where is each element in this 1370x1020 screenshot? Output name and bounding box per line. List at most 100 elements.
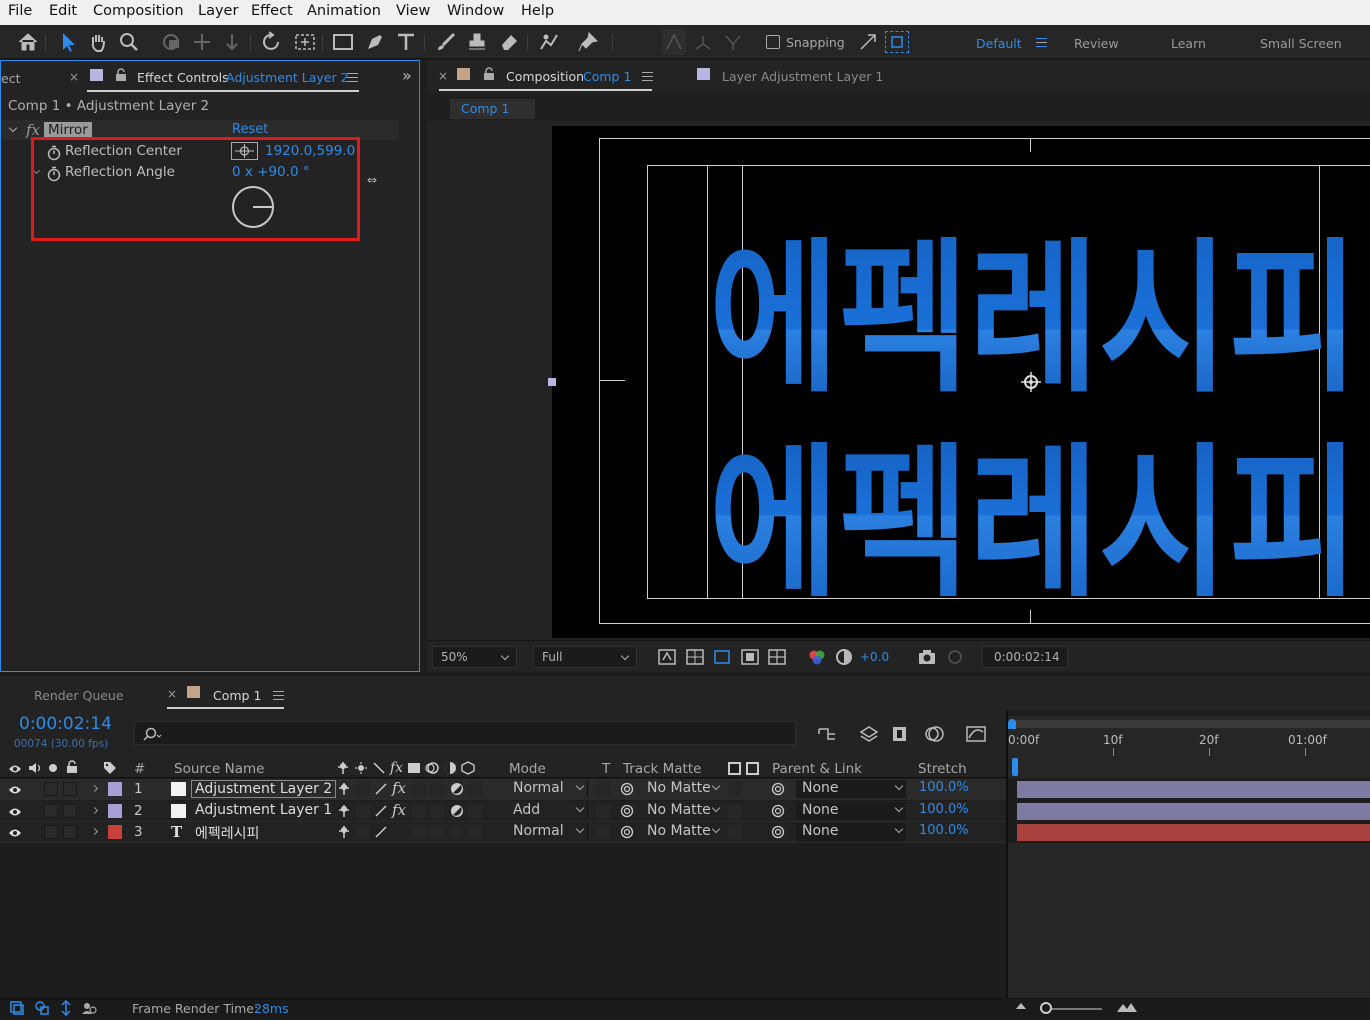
comp-canvas[interactable]: 에펙레시피 에펙레시피 (552, 126, 1370, 638)
snap-options-icon[interactable] (855, 29, 881, 55)
parent-pickwhip-icon[interactable] (770, 782, 786, 796)
mask-visibility-icon[interactable] (712, 648, 732, 670)
comp-mini-flowchart-icon[interactable] (816, 724, 838, 748)
layer-row[interactable]: 2 Adjustment Layer 1 fx Add No Matte None 100.… (0, 801, 1006, 822)
track-matte-dropdown[interactable]: No Matte (641, 780, 723, 798)
hand-tool-icon[interactable] (85, 29, 111, 55)
menu-help[interactable]: Help (521, 3, 554, 19)
resolution-dropdown[interactable]: Full (533, 646, 637, 668)
resize-handle-icon[interactable]: ⇔ (367, 173, 377, 187)
label-color-swatch[interactable] (108, 782, 122, 796)
expand-layer-icon[interactable] (90, 784, 99, 793)
adjustment-switch[interactable] (449, 825, 463, 839)
type-tool-icon[interactable] (393, 29, 419, 55)
column-source-name[interactable]: Source Name (174, 761, 265, 777)
visibility-eye-icon[interactable] (8, 785, 22, 795)
reflection-center-handle-icon[interactable] (1019, 370, 1043, 398)
motion-blur-switch[interactable] (430, 804, 444, 818)
blend-mode-dropdown[interactable]: Normal (506, 823, 588, 841)
frame-blend-switch[interactable] (412, 804, 426, 818)
safe-zones-icon[interactable] (740, 648, 760, 670)
preserve-transparency-switch[interactable] (596, 782, 610, 796)
layer-duration-bar[interactable] (1017, 824, 1370, 841)
fast-previews-icon[interactable] (657, 648, 677, 670)
orbit-camera-icon[interactable] (158, 29, 184, 55)
eraser-tool-icon[interactable] (496, 29, 522, 55)
collapse-switch[interactable] (356, 804, 370, 818)
stretch-value[interactable]: 100.0% (919, 823, 969, 838)
zoom-out-icon[interactable] (1016, 1003, 1026, 1009)
collapse-switch[interactable] (356, 825, 370, 839)
render-time-toggle-icon[interactable] (81, 1001, 97, 1019)
home-icon[interactable] (15, 29, 41, 55)
snapshot-icon[interactable] (917, 648, 937, 670)
pan-camera-icon[interactable] (189, 29, 215, 55)
selection-tool-icon[interactable] (55, 29, 81, 55)
layer-viewer-tab[interactable]: Layer Adjustment Layer 1 (722, 69, 883, 84)
dolly-camera-icon[interactable] (219, 29, 245, 55)
label-color-swatch[interactable] (108, 825, 122, 839)
lock-switch[interactable] (63, 825, 77, 839)
align-icon[interactable] (662, 29, 686, 55)
zoom-tool-icon[interactable] (116, 29, 142, 55)
solo-switch[interactable] (44, 825, 58, 839)
rectangle-tool-icon[interactable] (330, 29, 356, 55)
project-tab-label[interactable]: ect (1, 71, 20, 86)
menu-animation[interactable]: Animation (307, 3, 381, 19)
exposure-value[interactable]: +0.0 (860, 650, 889, 664)
panel-menu-icon[interactable] (273, 691, 284, 700)
layer-search-input[interactable] (134, 721, 796, 745)
frame-blending-icon[interactable] (890, 724, 912, 748)
close-tab-icon[interactable]: × (69, 70, 79, 84)
menu-effect[interactable]: Effect (251, 3, 293, 19)
motion-blur-switch[interactable] (430, 782, 444, 796)
parent-dropdown[interactable]: None (796, 802, 906, 820)
show-snapshot-icon[interactable] (945, 648, 965, 670)
layer-name[interactable]: 에펙레시피 (191, 823, 263, 843)
effect-switch-icon[interactable]: fx (392, 801, 406, 819)
matte-type-switch[interactable] (728, 804, 742, 818)
track-matte-dropdown[interactable]: No Matte (641, 823, 723, 841)
current-time-indicator[interactable] (1012, 758, 1018, 776)
zoom-slider-thumb[interactable] (1040, 1002, 1052, 1014)
graph-editor-icon[interactable] (965, 724, 987, 748)
composition-tab-comp[interactable]: Comp 1 (583, 69, 631, 84)
reset-exposure-icon[interactable] (835, 648, 855, 670)
layer-duration-bar[interactable] (1017, 781, 1370, 798)
preserve-transparency-switch[interactable] (596, 825, 610, 839)
blend-mode-dropdown[interactable]: Add (506, 802, 588, 820)
grid-guides-icon[interactable] (767, 648, 787, 670)
matte-type-switch[interactable] (728, 825, 742, 839)
panel-menu-icon[interactable] (347, 73, 358, 82)
layer-row[interactable]: 1 Adjustment Layer 2 fx Normal No Matte None 1… (0, 779, 1006, 800)
expand-layer-icon[interactable] (90, 806, 99, 815)
timeline-empty-area[interactable] (1008, 843, 1370, 998)
motion-blur-switch[interactable] (430, 825, 444, 839)
layers-empty-area[interactable] (0, 843, 1006, 998)
reset-link[interactable]: Reset (232, 122, 268, 137)
lock-switch[interactable] (63, 804, 77, 818)
adjustment-switch-icon[interactable] (450, 782, 464, 796)
menu-window[interactable]: Window (447, 3, 504, 19)
close-tab-icon[interactable]: × (167, 687, 177, 701)
workspace-learn[interactable]: Learn (1171, 36, 1206, 51)
transfer-controls-toggle-icon[interactable] (35, 1001, 49, 1019)
work-area-bar[interactable] (1010, 720, 1370, 728)
solo-switch[interactable] (44, 782, 58, 796)
roto-brush-icon[interactable] (536, 29, 562, 55)
rotate-tool-icon[interactable] (259, 29, 285, 55)
matte-pickwhip-icon[interactable] (619, 782, 635, 796)
adjustment-switch-icon[interactable] (450, 804, 464, 818)
pen-tool-icon[interactable] (362, 29, 388, 55)
matte-type-switch[interactable] (728, 782, 742, 796)
3d-layer-switch[interactable] (468, 782, 482, 796)
menu-view[interactable]: View (396, 3, 430, 19)
column-mode[interactable]: Mode (509, 761, 546, 777)
shy-switch-icon[interactable] (337, 825, 351, 839)
viewer-timecode[interactable]: 0:00:02:14 (994, 650, 1060, 664)
view-axis-icon[interactable] (720, 29, 746, 55)
parent-dropdown[interactable]: None (796, 780, 906, 798)
magnification-dropdown[interactable]: 50% (432, 646, 517, 668)
expand-layer-icon[interactable] (90, 827, 99, 836)
transparency-grid-icon[interactable] (685, 648, 705, 670)
